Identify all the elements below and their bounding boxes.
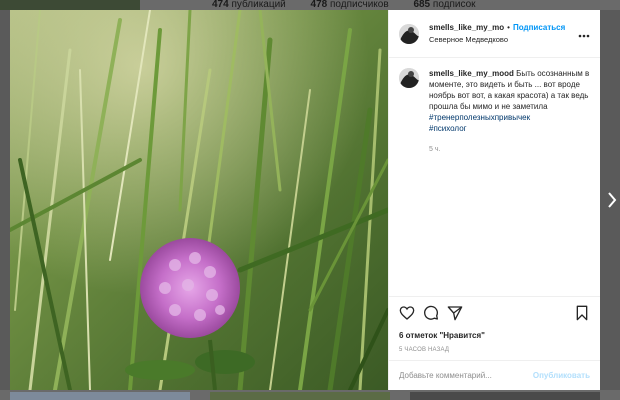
separator-dot: • (507, 23, 510, 32)
avatar-image (399, 68, 419, 88)
caption-timestamp: 5 ч. (429, 146, 441, 153)
avatar[interactable] (399, 23, 419, 44)
avatar-image (399, 23, 419, 44)
avatar[interactable] (399, 68, 419, 88)
bookmark-icon[interactable] (574, 305, 590, 321)
action-bar (399, 305, 590, 321)
post-time-ago: 5 ЧАСОВ НАЗАД (399, 347, 450, 353)
hashtag-link[interactable]: #тренерполезныхпривычек (429, 112, 590, 123)
chevron-right-icon[interactable] (606, 190, 618, 210)
stat-followers[interactable]: 478 подписчиков (311, 0, 389, 10)
comment-input[interactable] (399, 371, 533, 380)
post-modal: smells_like_my_mo • Подписаться Северное М… (10, 10, 600, 390)
heart-icon[interactable] (399, 305, 415, 321)
stat-posts[interactable]: 474 публикаций (212, 0, 286, 10)
follow-button[interactable]: Подписаться (513, 23, 565, 32)
comment-form: Опубликовать (389, 360, 600, 390)
likes-count[interactable]: 6 отметок "Нравится" (399, 331, 590, 340)
paper-plane-icon[interactable] (447, 305, 463, 321)
background-thumbnail[interactable] (10, 392, 190, 400)
publish-button[interactable]: Опубликовать (533, 371, 590, 380)
background-thumbnail (0, 0, 140, 10)
post-photo[interactable] (10, 10, 388, 390)
post-actions-section: 6 отметок "Нравится" 5 ЧАСОВ НАЗАД (389, 296, 600, 353)
background-thumbnail[interactable] (410, 392, 600, 400)
more-options-icon[interactable] (578, 27, 590, 41)
hashtag-link[interactable]: #психолог (429, 123, 590, 134)
clover-grass-image (10, 10, 388, 390)
post-header: smells_like_my_mo • Подписаться Северное М… (389, 10, 600, 58)
post-caption: smells_like_my_mood Быть осознанным в мо… (389, 58, 600, 155)
profile-stats: 474 публикаций 478 подписчиков 685 подпи… (212, 0, 498, 10)
comment-icon[interactable] (423, 305, 439, 321)
username-link[interactable]: smells_like_my_mo (429, 23, 504, 32)
caption-username-link[interactable]: smells_like_my_mood (429, 69, 514, 78)
location-link[interactable]: Северное Медведково (429, 35, 574, 44)
background-thumbnail[interactable] (210, 392, 390, 400)
stat-following[interactable]: 685 подписок (413, 0, 475, 10)
post-side-panel: smells_like_my_mo • Подписаться Северное М… (388, 10, 600, 390)
